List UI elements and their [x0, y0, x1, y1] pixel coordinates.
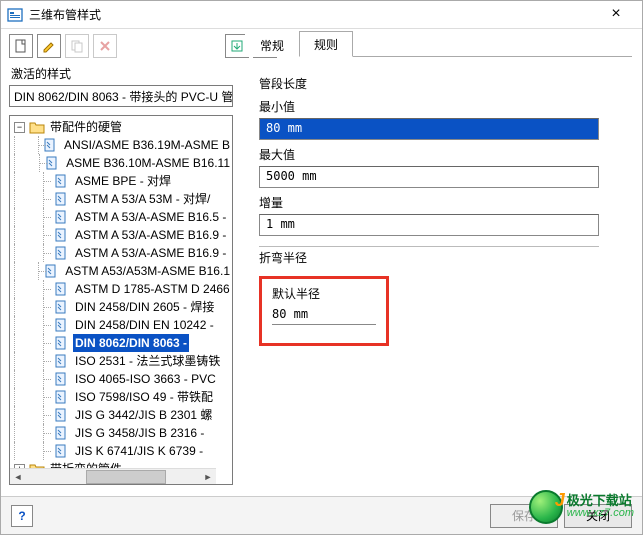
tree-item[interactable]: JIS G 3458/JIS B 2316 -	[14, 424, 232, 442]
tree-item[interactable]: ASME B36.10M-ASME B16.11	[14, 154, 232, 172]
tab-rules[interactable]: 规则	[299, 31, 353, 57]
tree-container: − 带配件的硬管ANSI/ASME B36.19M-ASME BASME B36.…	[9, 115, 233, 485]
tab-general[interactable]: 常规	[245, 32, 299, 57]
divider	[259, 246, 599, 247]
pipe-style-icon	[54, 300, 70, 314]
delete-button[interactable]	[93, 34, 117, 58]
pipe-style-icon	[54, 192, 70, 206]
segment-length-label: 管段长度	[259, 75, 622, 92]
left-panel: 激活的样式 DIN 8062/DIN 8063 - 带接头的 PVC-U 管 ▼…	[1, 63, 241, 493]
tree-item[interactable]: ISO 7598/ISO 49 - 带铁配	[14, 388, 232, 406]
pipe-style-icon	[54, 372, 70, 386]
pipe-style-icon	[54, 228, 70, 242]
scroll-left-icon[interactable]: ◄	[10, 470, 26, 484]
tree-item[interactable]: ANSI/ASME B36.19M-ASME B	[14, 136, 232, 154]
rules-panel: 管段长度 最小值 80 mm 最大值 5000 mm 增量 1 mm 折弯半径 …	[245, 65, 632, 356]
tree-item[interactable]: JIS G 3442/JIS B 2301 螺	[14, 406, 232, 424]
tree-item[interactable]: ASTM A 53/A-ASME B16.9 -	[14, 226, 232, 244]
pipe-style-icon	[54, 444, 70, 458]
tree-item[interactable]: ISO 2531 - 法兰式球墨铸铁	[14, 352, 232, 370]
tree-item-label: ASTM A 53/A 53M - 对焊/	[73, 190, 212, 208]
tree-item[interactable]: DIN 2458/DIN EN 10242 -	[14, 316, 232, 334]
tree-item[interactable]: ASTM D 1785-ASTM D 2466	[14, 280, 232, 298]
pipe-style-icon	[54, 246, 70, 260]
pipe-style-icon	[54, 426, 70, 440]
titlebar: 三维布管样式 ×	[1, 1, 642, 29]
scroll-right-icon[interactable]: ►	[200, 470, 216, 484]
tree-item[interactable]: DIN 8062/DIN 8063 -	[14, 334, 232, 352]
tree-item-label: ASTM A 53/A-ASME B16.9 -	[73, 226, 228, 244]
pipe-style-icon	[54, 282, 70, 296]
tree-item[interactable]: ASTM A 53/A-ASME B16.5 -	[14, 208, 232, 226]
tree-item-label: ASTM A 53/A-ASME B16.5 -	[73, 208, 228, 226]
tree-item[interactable]: JIS K 6741/JIS K 6739 -	[14, 442, 232, 460]
tree-item-label: ISO 7598/ISO 49 - 带铁配	[73, 388, 215, 406]
pipe-style-icon	[54, 390, 70, 404]
increment-label: 增量	[259, 194, 622, 211]
tree-item-label: DIN 8062/DIN 8063 -	[73, 334, 189, 352]
max-input[interactable]: 5000 mm	[259, 166, 599, 188]
pipe-style-icon	[54, 318, 70, 332]
highlight-box: 默认半径 80 mm	[259, 276, 389, 346]
window-title: 三维布管样式	[29, 6, 596, 23]
tree-item-label: ASTM A53/A53M-ASME B16.1	[63, 262, 232, 280]
tree-item-label: ISO 2531 - 法兰式球墨铸铁	[73, 352, 222, 370]
increment-input[interactable]: 1 mm	[259, 214, 599, 236]
default-radius-input[interactable]: 80 mm	[272, 305, 376, 325]
combo-value: DIN 8062/DIN 8063 - 带接头的 PVC-U 管	[14, 88, 233, 105]
save-button[interactable]: 保存	[490, 504, 558, 528]
tree-item-label: DIN 2458/DIN 2605 - 焊接	[73, 298, 216, 316]
footer: ? 保存 关闭	[1, 496, 642, 534]
tree-item-label: JIS G 3458/JIS B 2316 -	[73, 424, 206, 442]
min-input[interactable]: 80 mm	[259, 118, 599, 140]
pipe-style-icon	[54, 210, 70, 224]
edit-button[interactable]	[37, 34, 61, 58]
copy-button[interactable]	[65, 34, 89, 58]
tree-item[interactable]: DIN 2458/DIN 2605 - 焊接	[14, 298, 232, 316]
tree-item-label: ASTM A 53/A-ASME B16.9 -	[73, 244, 228, 262]
tree-item-label: JIS K 6741/JIS K 6739 -	[73, 442, 205, 460]
h-scrollbar[interactable]: ◄ ►	[10, 468, 216, 484]
folder-icon	[29, 120, 45, 134]
tree-root[interactable]: − 带配件的硬管	[14, 118, 232, 136]
close-icon[interactable]: ×	[596, 2, 636, 28]
tree-item-label: ASTM D 1785-ASTM D 2466	[73, 280, 232, 298]
tree-label: 带配件的硬管	[48, 118, 124, 136]
right-panel: 常规 规则 管段长度 最小值 80 mm 最大值 5000 mm 增量 1 mm…	[241, 63, 642, 493]
tree-item[interactable]: ASTM A 53/A 53M - 对焊/	[14, 190, 232, 208]
active-style-label: 激活的样式	[11, 65, 233, 82]
new-button[interactable]	[9, 34, 33, 58]
min-label: 最小值	[259, 98, 622, 115]
tree-item-label: ASME B36.10M-ASME B16.11	[64, 154, 232, 172]
tree-item[interactable]: ASME BPE - 对焊	[14, 172, 232, 190]
help-button[interactable]: ?	[11, 505, 33, 527]
pipe-style-icon	[54, 174, 70, 188]
tree-item-label: JIS G 3442/JIS B 2301 螺	[73, 406, 214, 424]
pipe-style-icon	[54, 336, 70, 350]
scroll-thumb[interactable]	[86, 470, 166, 484]
bend-radius-label: 折弯半径	[259, 249, 313, 266]
tree-item[interactable]: ISO 4065-ISO 3663 - PVC	[14, 370, 232, 388]
tree-item[interactable]: ASTM A53/A53M-ASME B16.1	[14, 262, 232, 280]
default-radius-label: 默认半径	[272, 285, 372, 302]
active-style-combo[interactable]: DIN 8062/DIN 8063 - 带接头的 PVC-U 管 ▼	[9, 85, 233, 107]
app-icon	[7, 7, 23, 23]
pipe-style-icon	[54, 408, 70, 422]
collapse-icon[interactable]: −	[14, 122, 25, 133]
close-button[interactable]: 关闭	[564, 504, 632, 528]
max-label: 最大值	[259, 146, 622, 163]
tree-item-label: DIN 2458/DIN EN 10242 -	[73, 316, 216, 334]
tree-item-label: ANSI/ASME B36.19M-ASME B	[62, 136, 232, 154]
tree-item-label: ASME BPE - 对焊	[73, 172, 173, 190]
tree-item-label: ISO 4065-ISO 3663 - PVC	[73, 370, 218, 388]
style-tree[interactable]: − 带配件的硬管ANSI/ASME B36.19M-ASME BASME B36.…	[10, 116, 232, 484]
pipe-style-icon	[45, 156, 61, 170]
pipe-style-icon	[44, 264, 60, 278]
tab-bar: 常规 规则	[245, 33, 632, 57]
pipe-style-icon	[54, 354, 70, 368]
tree-item[interactable]: ASTM A 53/A-ASME B16.9 -	[14, 244, 232, 262]
